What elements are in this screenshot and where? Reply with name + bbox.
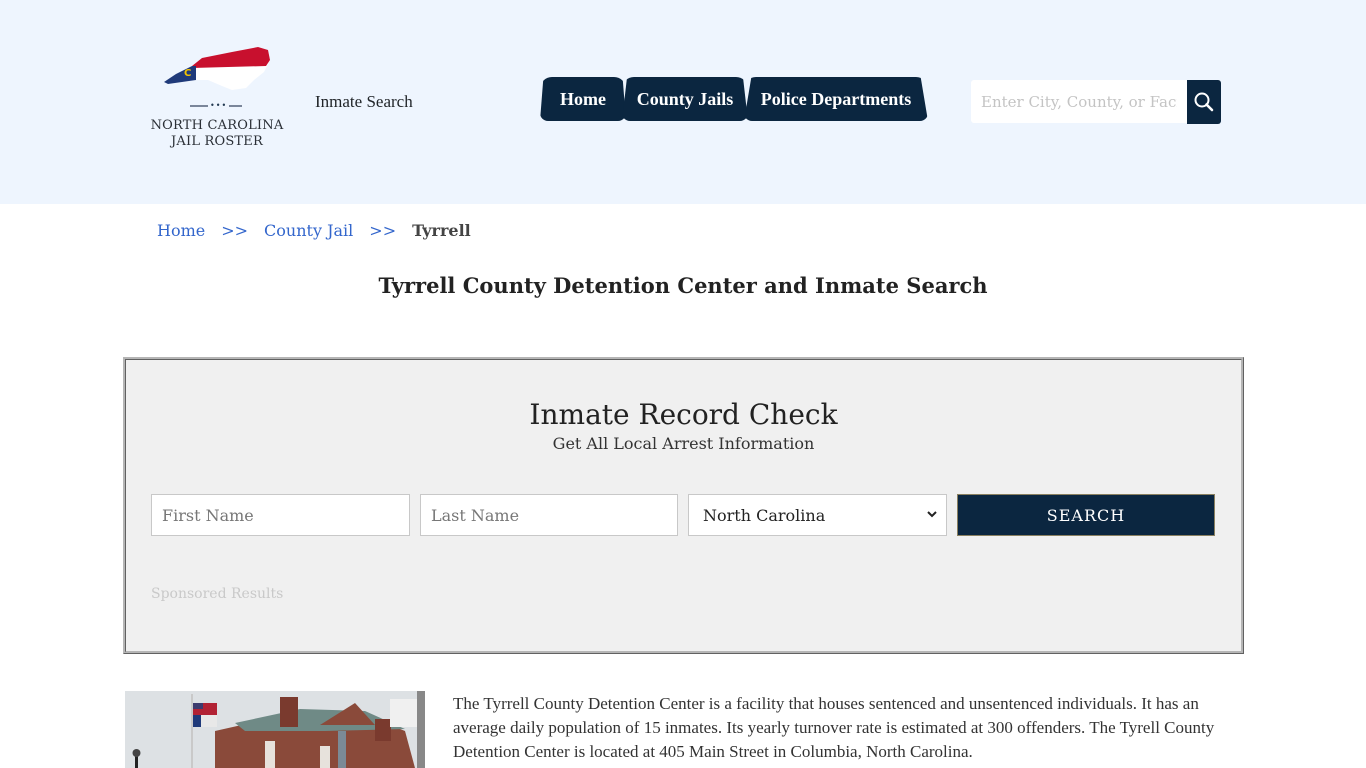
first-name-input[interactable] bbox=[151, 494, 410, 536]
record-check-subtitle: Get All Local Arrest Information bbox=[552, 434, 815, 453]
breadcrumb-home[interactable]: Home bbox=[157, 221, 205, 240]
breadcrumb-county-jail[interactable]: County Jail bbox=[264, 221, 353, 240]
nav-home[interactable]: Home bbox=[540, 77, 626, 121]
sponsored-results-label: Sponsored Results bbox=[151, 586, 284, 602]
facility-search-input[interactable] bbox=[971, 80, 1187, 123]
logo-line2: JAIL ROSTER bbox=[170, 134, 263, 149]
search-button[interactable]: SEARCH bbox=[957, 494, 1215, 536]
inmate-search-link[interactable]: Inmate Search bbox=[315, 92, 413, 112]
site-header: C ••• NORTH CAROLINA JAIL ROSTER Inmate … bbox=[0, 0, 1366, 204]
site-logo[interactable]: C ••• NORTH CAROLINA JAIL ROSTER bbox=[146, 44, 288, 154]
page-title: Tyrrell County Detention Center and Inma… bbox=[378, 273, 988, 298]
breadcrumb-current: Tyrrell bbox=[412, 221, 471, 240]
last-name-input[interactable] bbox=[420, 494, 678, 536]
courthouse-image bbox=[125, 691, 425, 768]
facility-search-button[interactable] bbox=[1187, 80, 1221, 124]
nav-county-jails[interactable]: County Jails bbox=[622, 77, 748, 121]
north-carolina-flag-map-icon: C bbox=[164, 47, 270, 90]
breadcrumb-separator: >> bbox=[221, 221, 249, 240]
search-icon bbox=[1194, 92, 1214, 112]
svg-text:C: C bbox=[184, 68, 191, 79]
facility-photo bbox=[125, 691, 425, 768]
logo-dots: ••• bbox=[208, 101, 230, 110]
state-select[interactable]: North Carolina bbox=[688, 494, 947, 536]
main-nav: Home County Jails Police Departments bbox=[540, 77, 928, 121]
facility-description: The Tyrrell County Detention Center is a… bbox=[453, 694, 1215, 761]
logo-line1: NORTH CAROLINA bbox=[150, 118, 284, 133]
breadcrumb: Home >> County Jail >> Tyrrell bbox=[157, 221, 471, 240]
inmate-record-check-panel: Inmate Record Check Get All Local Arrest… bbox=[123, 357, 1244, 654]
logo-text: NORTH CAROLINA JAIL ROSTER bbox=[146, 118, 288, 150]
nav-police-departments[interactable]: Police Departments bbox=[744, 77, 928, 121]
record-check-title: Inmate Record Check bbox=[529, 398, 838, 431]
breadcrumb-separator: >> bbox=[369, 221, 397, 240]
